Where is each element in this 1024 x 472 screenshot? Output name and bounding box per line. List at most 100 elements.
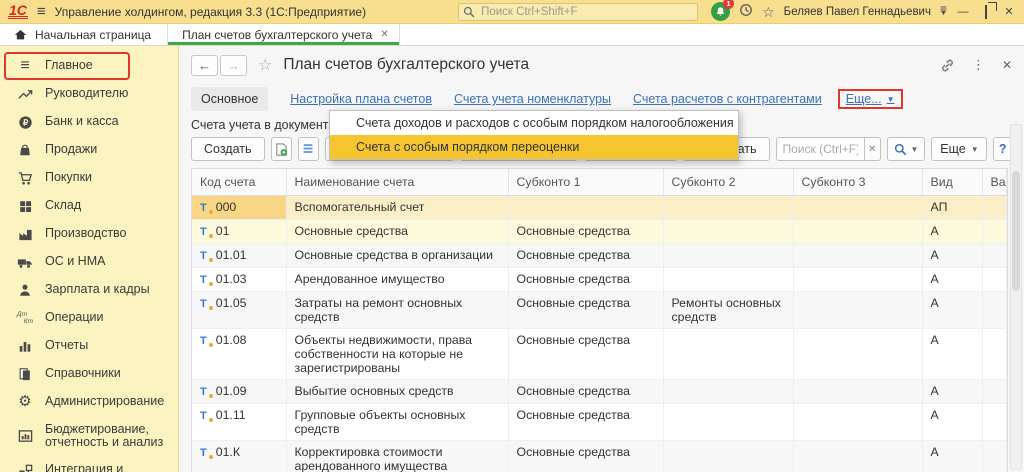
dropdown-menu-item[interactable]: Счета с особым порядком переоценки [330,135,738,159]
forward-button[interactable]: → [220,55,247,76]
sidebar-item-rukovoditelyu[interactable]: Руководителю [0,80,178,108]
cell-subkonto-3[interactable] [793,329,922,380]
cell-account-code[interactable]: Т01.К [192,441,286,472]
cell-subkonto-1[interactable]: Основные средства [508,329,663,380]
cell-subkonto-2[interactable] [663,404,793,441]
cell-subkonto-3[interactable] [793,220,922,244]
service-menu-button[interactable]: ≡▼ [940,7,947,17]
sidebar-item-proizvodstvo[interactable]: Производство [0,220,178,248]
cell-account-code[interactable]: Т01.01 [192,244,286,268]
cell-subkonto-2[interactable] [663,196,793,220]
cell-subkonto-1[interactable]: Основные средства [508,380,663,404]
table-row[interactable]: Т01.ККорректировка стоимости арендованно… [192,441,1007,472]
clear-search-button[interactable]: ✕ [865,137,880,161]
cell-vid[interactable]: АП [922,196,982,220]
sidebar-item-byudzhetirovanie[interactable]: Бюджетирование, отчетность и анализ [0,416,178,456]
global-search-input[interactable] [458,3,698,21]
cell-val[interactable] [982,441,1007,472]
cell-subkonto-2[interactable] [663,244,793,268]
more-actions-button[interactable]: Еще ▼ [931,137,987,161]
cell-vid[interactable]: А [922,244,982,268]
column-header[interactable]: Вид [922,169,982,196]
cell-subkonto-3[interactable] [793,404,922,441]
cell-account-name[interactable]: Объекты недвижимости, права собственност… [286,329,508,380]
cell-account-name[interactable]: Основные средства в организации [286,244,508,268]
cell-val[interactable] [982,196,1007,220]
cell-account-name[interactable]: Выбытие основных средств [286,380,508,404]
cell-subkonto-1[interactable]: Основные средства [508,292,663,329]
notifications-button[interactable]: 1 [711,2,730,21]
nav-tab-link[interactable]: Счета расчетов с контрагентами [633,92,822,106]
cell-subkonto-2[interactable] [663,268,793,292]
more-tabs-link[interactable]: Еще... ▼ [838,89,903,109]
cell-val[interactable] [982,268,1007,292]
cell-subkonto-3[interactable] [793,380,922,404]
cell-subkonto-1[interactable]: Основные средства [508,268,663,292]
table-row[interactable]: Т000Вспомогательный счетАП [192,196,1007,220]
tab-osnovnoe[interactable]: Основное [191,87,268,111]
sidebar-item-glavnoe[interactable]: ≡Главное [0,52,178,80]
sidebar-item-operacii[interactable]: ДтКтОперации [0,304,178,332]
sidebar-item-os-i-nma[interactable]: ОС и НМА [0,248,178,276]
close-window-button[interactable]: ✕ [1002,5,1016,18]
table-row[interactable]: Т01.05Затраты на ремонт основных средств… [192,292,1007,329]
cell-subkonto-3[interactable] [793,268,922,292]
sidebar-item-prodazhi[interactable]: Продажи [0,136,178,164]
history-button[interactable] [739,3,753,20]
cell-account-code[interactable]: Т01.03 [192,268,286,292]
column-header[interactable]: Субконто 1 [508,169,663,196]
cell-account-name[interactable]: Корректировка стоимости арендованного им… [286,441,508,472]
list-view-button[interactable] [298,137,319,161]
cell-subkonto-3[interactable] [793,196,922,220]
cell-subkonto-1[interactable]: Основные средства [508,404,663,441]
cell-vid[interactable]: А [922,329,982,380]
cell-vid[interactable]: А [922,292,982,329]
cell-val[interactable] [982,404,1007,441]
current-user[interactable]: Беляев Павел Геннадьевич [784,6,931,18]
cell-account-name[interactable]: Основные средства [286,220,508,244]
cell-subkonto-3[interactable] [793,244,922,268]
table-row[interactable]: Т01.03Арендованное имуществоОсновные сре… [192,268,1007,292]
cell-val[interactable] [982,380,1007,404]
cell-account-name[interactable]: Вспомогательный счет [286,196,508,220]
tab-home[interactable]: Начальная страница [0,24,167,45]
sidebar-item-bank-i-kassa[interactable]: ₽Банк и касса [0,108,178,136]
nav-tab-link[interactable]: Настройка плана счетов [290,92,432,106]
cell-vid[interactable]: А [922,380,982,404]
cell-subkonto-1[interactable]: Основные средства [508,220,663,244]
table-row[interactable]: Т01.09Выбытие основных средствОсновные с… [192,380,1007,404]
search-settings-button[interactable]: ▼ [887,137,926,161]
cell-account-name[interactable]: Арендованное имущество [286,268,508,292]
sidebar-item-otchety[interactable]: Отчеты [0,332,178,360]
global-search[interactable] [458,3,698,21]
sidebar-item-zarplata-i-kadry[interactable]: Зарплата и кадры [0,276,178,304]
main-menu-icon[interactable]: ≡ [37,7,46,17]
cell-account-code[interactable]: Т01.11 [192,404,286,441]
dropdown-menu-item[interactable]: Счета доходов и расходов с особым порядк… [330,111,738,135]
cell-subkonto-3[interactable] [793,292,922,329]
column-header[interactable]: Вал [982,169,1007,196]
cell-subkonto-2[interactable] [663,380,793,404]
cell-val[interactable] [982,220,1007,244]
list-search-input[interactable] [776,137,866,161]
favorite-star-icon[interactable]: ☆ [258,55,272,75]
column-header[interactable]: Субконто 3 [793,169,922,196]
minimize-button[interactable]: — [956,6,970,18]
kebab-menu-icon[interactable]: ⋮ [972,57,985,73]
cell-subkonto-1[interactable]: Основные средства [508,244,663,268]
link-icon[interactable] [940,58,955,73]
close-form-icon[interactable]: ✕ [1002,58,1012,72]
column-header[interactable]: Код счета [192,169,286,196]
table-row[interactable]: Т01Основные средстваОсновные средстваА [192,220,1007,244]
table-row[interactable]: Т01.11Групповые объекты основных средств… [192,404,1007,441]
create-button[interactable]: Создать [191,137,265,161]
column-header[interactable]: Наименование счета [286,169,508,196]
cell-account-code[interactable]: Т01 [192,220,286,244]
cell-account-name[interactable]: Групповые объекты основных средств [286,404,508,441]
vertical-scrollbar[interactable] [1010,124,1022,470]
cell-subkonto-2[interactable] [663,441,793,472]
sidebar-item-administrirovanie[interactable]: ⚙Администрирование [0,388,178,416]
sidebar-item-pokupki[interactable]: Покупки [0,164,178,192]
cell-val[interactable] [982,244,1007,268]
cell-subkonto-2[interactable]: Ремонты основных средств [663,292,793,329]
